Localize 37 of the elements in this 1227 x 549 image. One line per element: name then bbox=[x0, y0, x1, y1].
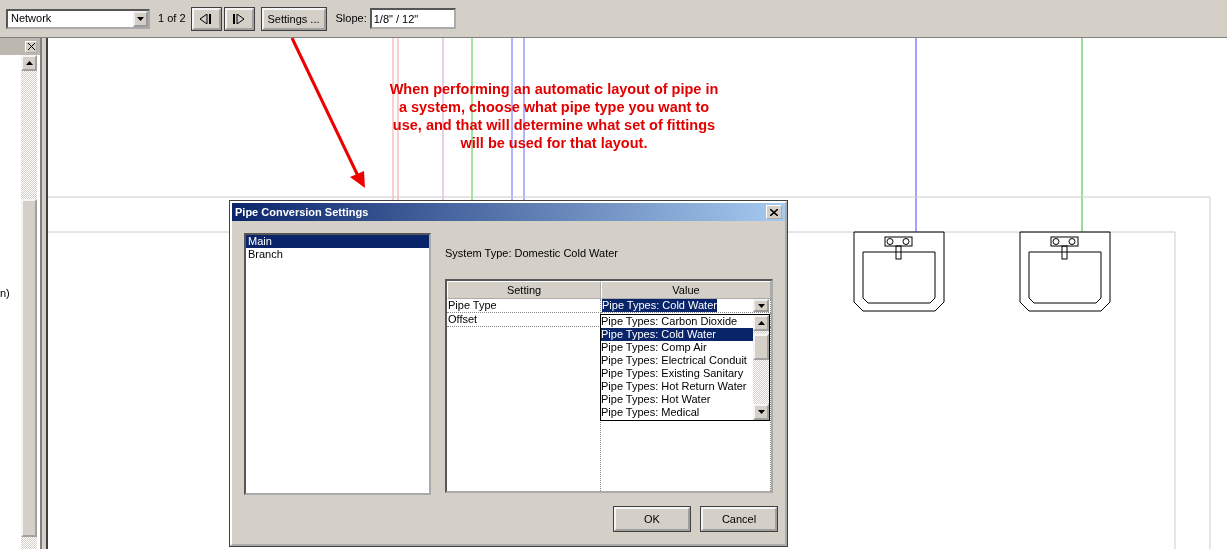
splitter-bar[interactable] bbox=[40, 38, 48, 549]
dropdown-option[interactable]: Pipe Types: Comp Air bbox=[601, 341, 753, 354]
view-dropdown[interactable]: Network bbox=[6, 8, 150, 29]
panel-text: n) bbox=[0, 287, 10, 299]
system-type-label: System Type: Domestic Cold Water bbox=[445, 247, 618, 259]
cancel-button[interactable]: Cancel bbox=[701, 507, 777, 531]
next-icon bbox=[232, 13, 247, 24]
ok-button[interactable]: OK bbox=[614, 507, 690, 531]
settings-button[interactable]: Settings ... bbox=[261, 7, 326, 30]
slope-label: Slope: bbox=[335, 11, 367, 27]
page-indicator: 1 of 2 bbox=[158, 11, 186, 27]
dropdown-option[interactable]: Pipe Types: Existing Sanitary bbox=[601, 367, 753, 380]
scrollbar[interactable] bbox=[753, 315, 769, 420]
previous-icon bbox=[199, 13, 214, 24]
dropdown-option[interactable]: Pipe Types: Medical bbox=[601, 406, 753, 419]
dropdown-option[interactable]: Pipe Types: Hot Water bbox=[601, 393, 753, 406]
scroll-up-icon bbox=[757, 321, 765, 325]
slope-field[interactable]: 1/8" / 12" bbox=[369, 8, 456, 29]
close-icon[interactable] bbox=[766, 205, 782, 219]
scroll-up-icon bbox=[25, 61, 33, 65]
close-icon[interactable] bbox=[25, 40, 37, 53]
category-item[interactable]: Main bbox=[246, 235, 429, 248]
annotation-text: When performing an automatic layout of pipe in a system, choose what pipe type you want to use, and that will determine what set of fittings will be used for that layout. bbox=[388, 80, 720, 152]
dropdown-option[interactable]: Pipe Types: Electrical Conduit bbox=[601, 354, 753, 367]
dropdown-option[interactable]: Pipe Types: Carbon Dioxide bbox=[601, 315, 753, 328]
column-header: Setting bbox=[447, 281, 601, 299]
dropdown-option[interactable]: Pipe Types: Hot Return Water bbox=[601, 380, 753, 393]
previous-button[interactable] bbox=[191, 7, 221, 30]
setting-cell: Pipe Type bbox=[447, 299, 601, 313]
scrollbar[interactable] bbox=[21, 55, 37, 549]
dialog-title: Pipe Conversion Settings bbox=[235, 204, 369, 220]
category-item[interactable]: Branch bbox=[246, 248, 429, 261]
scroll-down-icon bbox=[757, 410, 765, 414]
dropdown-value: Network bbox=[11, 11, 52, 27]
next-button[interactable] bbox=[224, 7, 254, 30]
column-header: Value bbox=[601, 281, 771, 299]
dropdown-option[interactable]: Pipe Types: Cold Water bbox=[601, 328, 753, 341]
